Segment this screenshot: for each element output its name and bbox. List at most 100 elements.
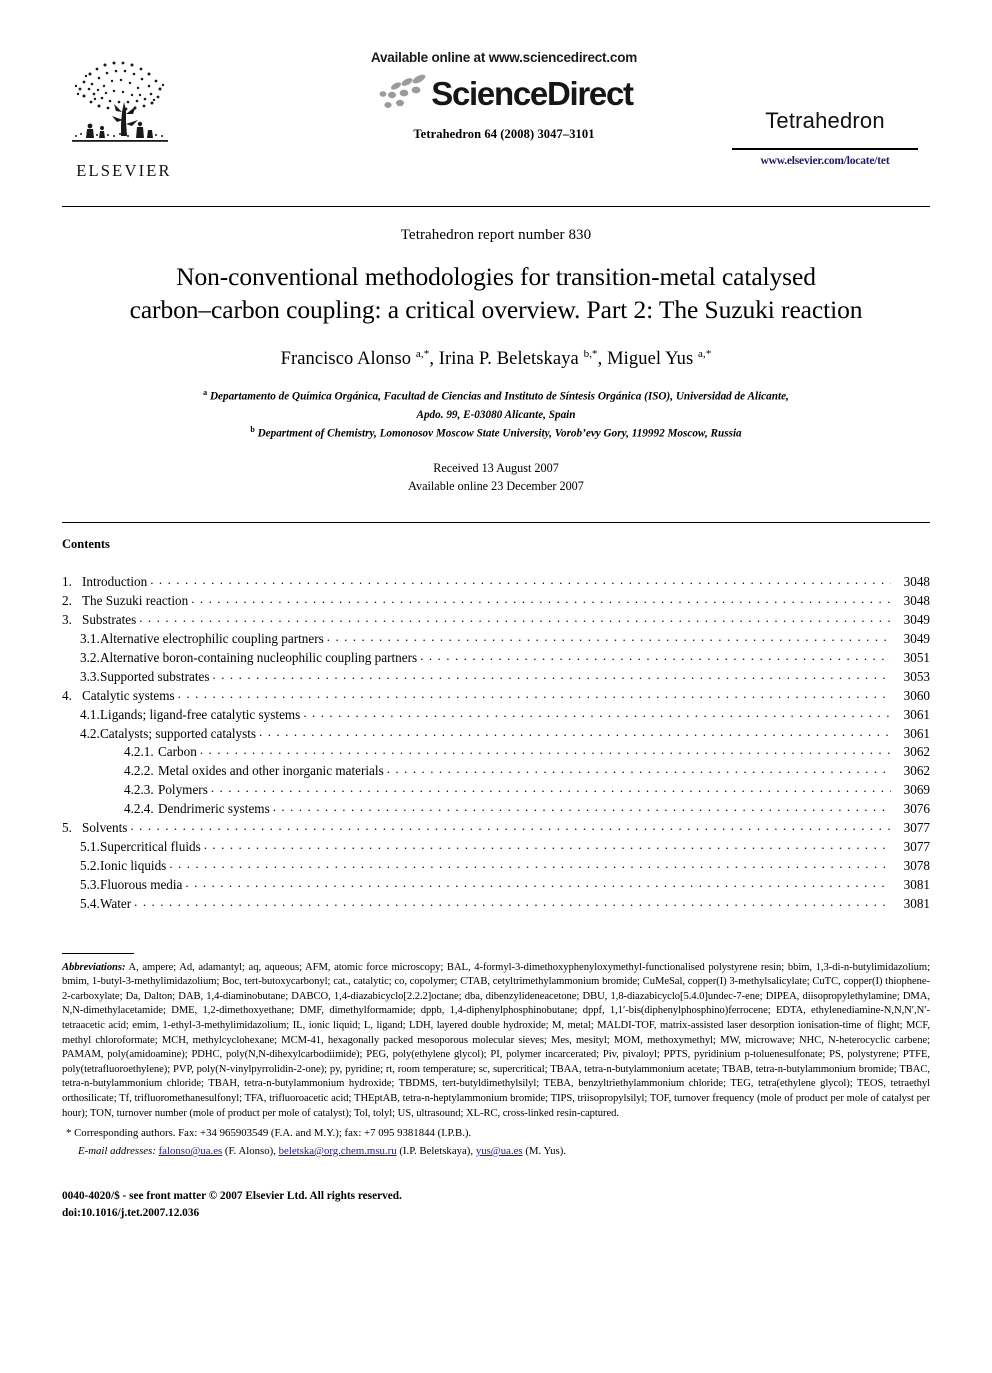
table-of-contents: 1.Introduction30482.The Suzuki reaction3… [62, 573, 930, 913]
affiliation-b-text: Department of Chemistry, Lomonosov Mosco… [257, 427, 742, 440]
abbreviations-text: A, ampere; Ad, adamantyl; aq, aqueous; A… [62, 961, 930, 1119]
toc-entry-number: 4.1. [80, 706, 100, 722]
available-online-text: Available online at www.sciencedirect.co… [370, 50, 638, 65]
toc-entry[interactable]: 3. Substrates 3049 [62, 610, 930, 629]
toc-entry-number: 5.1. [80, 838, 100, 854]
toc-entry-page: 3062 [903, 744, 930, 760]
toc-entry-page: 3048 [903, 593, 930, 609]
journal-brand-block: Tetrahedron www.elsevier.com/locate/tet [720, 108, 930, 167]
report-number: Tetrahedron report number 830 [400, 227, 592, 243]
toc-entry-page: 3078 [903, 857, 930, 873]
toc-entry-label: The Suzuki reaction [82, 593, 189, 609]
toc-entry[interactable]: 5.2.Ionic liquids 3078 [62, 856, 930, 875]
received-date: Received 13 August 2007 [433, 460, 559, 475]
toc-entry-number: 4.2.1. [124, 744, 154, 760]
toc-entry[interactable]: 3.2. Alternative boron-containing nucleop… [62, 648, 930, 667]
toc-entry-page: 3053 [903, 668, 930, 684]
toc-entry-label: Fluorous media [100, 876, 183, 892]
header-divider [62, 206, 930, 207]
toc-entry-page: 3081 [903, 876, 930, 892]
toc-leader-dots [303, 706, 891, 719]
toc-leader-dots [185, 876, 891, 889]
toc-entry-label: Alternative boron-containing nucleophili… [100, 649, 418, 665]
sciencedirect-dots-icon [379, 74, 426, 108]
toc-leader-dots [420, 649, 891, 662]
toc-entry[interactable]: 4.2.2. Metal oxides and other inorganic m… [62, 761, 930, 780]
toc-leader-dots [178, 687, 891, 700]
toc-leader-dots [211, 781, 891, 794]
toc-entry[interactable]: 4.2.1.Carbon 3062 [62, 743, 930, 762]
toc-leader-dots [204, 838, 891, 851]
toc-entry[interactable]: 4. Catalytic systems 3060 [62, 686, 930, 705]
toc-entry-page: 3061 [903, 706, 930, 722]
toc-entry[interactable]: 1. Introduction 3048 [62, 573, 930, 592]
email-link-alonso[interactable]: falonso@ua.es [159, 1145, 223, 1157]
toc-entry-label: Substrates [82, 612, 137, 628]
toc-entry-number: 2. [62, 593, 72, 609]
toc-entry-page: 3061 [903, 725, 930, 741]
toc-entry-number: 5.2. [80, 857, 100, 873]
toc-entry-label: Polymers [158, 782, 208, 798]
toc-entry[interactable]: 3.3.Supported substrates 3053 [62, 667, 930, 686]
toc-leader-dots [273, 800, 891, 813]
toc-entry-number: 3.2. [80, 649, 100, 665]
toc-entry[interactable]: 4.1. Ligands; ligand-free catalytic syste… [62, 705, 930, 724]
toc-entry-page: 3048 [903, 574, 930, 590]
toc-entry[interactable]: 5. Solvents 3077 [62, 818, 930, 837]
toc-leader-dots [200, 743, 891, 756]
email-link-beletskaya[interactable]: beletska@org.chem.msu.ru [279, 1145, 397, 1157]
toc-entry-page: 3077 [903, 838, 930, 854]
toc-entry-number: 3. [62, 612, 72, 628]
doi-line: doi:10.1016/j.tet.2007.12.036 [62, 1206, 200, 1219]
toc-entry[interactable]: 5.4.Water 3081 [62, 894, 930, 913]
elsevier-logo: ELSEVIER [64, 56, 184, 181]
affiliation-a-text: Departamento de Química Orgánica, Facult… [209, 391, 789, 404]
toc-entry-label: Supported substrates [100, 668, 210, 684]
toc-entry[interactable]: 4.2.Catalysts; supported catalysts 3061 [62, 724, 930, 743]
email-addresses-note: E-mail addresses: falonso@ua.es (F. Alon… [62, 1144, 930, 1160]
toc-entry-page: 3077 [903, 819, 930, 835]
toc-entry[interactable]: 5.1.Supercritical fluids 3077 [62, 837, 930, 856]
available-online-date: Available online 23 December 2007 [408, 479, 584, 494]
toc-entry-page: 3062 [903, 763, 930, 779]
toc-entry[interactable]: 2. The Suzuki reaction 3048 [62, 591, 930, 610]
toc-entry-number: 4.2.4. [124, 801, 154, 817]
toc-entry-page: 3076 [903, 801, 930, 817]
title-line-2: carbon–carbon coupling: a critical overv… [129, 294, 863, 324]
toc-entry-label: Catalytic systems [82, 687, 175, 703]
toc-entry-number: 3.1. [80, 631, 100, 647]
page-title: Non-conventional methodologies for trans… [62, 261, 930, 326]
toc-entry-label: Ligands; ligand-free catalytic systems [100, 706, 301, 722]
journal-title: Tetrahedron [765, 108, 885, 133]
email-owner-2: (I.P. Beletskaya), [396, 1144, 476, 1157]
toc-entry[interactable]: 3.1. Alternative electrophilic coupling p… [62, 629, 930, 648]
email-link-yus[interactable]: yus@ua.es [476, 1145, 523, 1157]
toc-entry-page: 3049 [903, 612, 930, 628]
toc-entry[interactable]: 4.2.4.Dendrimeric systems 3076 [62, 799, 930, 818]
toc-leader-dots [139, 611, 891, 624]
toc-entry-label: Supercritical fluids [100, 838, 201, 854]
affiliation-a-line1: a Departamento de Química Orgánica, Facu… [203, 388, 789, 404]
copyright-line: 0040-4020/$ - see front matter © 2007 El… [62, 1189, 402, 1202]
toc-leader-dots [327, 630, 891, 643]
toc-leader-dots [130, 819, 891, 832]
email-owner-3: (M. Yus). [522, 1144, 567, 1157]
toc-entry-page: 3049 [903, 631, 930, 647]
toc-entry-label: Water [100, 895, 132, 911]
elsevier-tree-icon [72, 61, 168, 142]
toc-entry[interactable]: 4.2.3.Polymers 3069 [62, 780, 930, 799]
affiliation-b-line: b Department of Chemistry, Lomonosov Mos… [250, 424, 742, 440]
toc-entry-label: Metal oxides and other inorganic materia… [158, 763, 384, 779]
toc-entry-label: Dendrimeric systems [158, 801, 270, 817]
toc-entry[interactable]: 5.3.Fluorous media 3081 [62, 875, 930, 894]
contents-divider [62, 521, 930, 523]
asterisk-marker: * [66, 1127, 72, 1140]
toc-entry-label: Introduction [82, 574, 148, 590]
toc-entry-page: 3081 [903, 895, 930, 911]
page-header: ELSEVIER Available online at www.science… [62, 50, 930, 200]
brand-divider [732, 148, 918, 150]
elsevier-wordmark: ELSEVIER [76, 161, 172, 180]
journal-homepage-link[interactable]: www.elsevier.com/locate/tet [720, 155, 930, 167]
toc-leader-dots [191, 592, 891, 605]
corresponding-text: Corresponding authors. Fax: +34 96590354… [74, 1127, 472, 1140]
